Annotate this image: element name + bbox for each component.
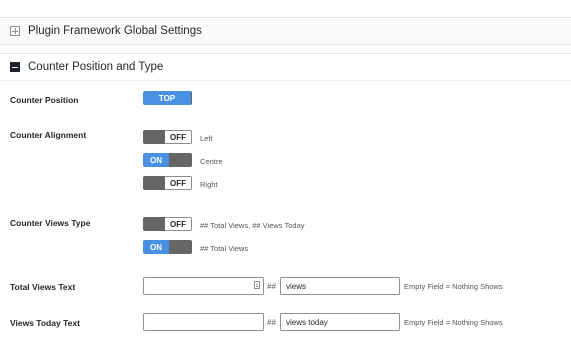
alignment-centre-text: Centre: [200, 157, 223, 166]
total-views-suffix-input[interactable]: views: [280, 277, 400, 295]
views-type-both-text: ## Total Views, ## Views Today: [200, 221, 305, 230]
plus-box-icon[interactable]: [10, 26, 20, 36]
alignment-centre-toggle[interactable]: ON: [143, 153, 192, 167]
views-type-total-text: ## Total Views: [200, 244, 249, 253]
views-type-total-toggle[interactable]: ON: [143, 240, 192, 254]
counter-views-type-label: Counter Views Type: [10, 218, 91, 228]
views-today-text-label: Views Today Text: [10, 318, 80, 328]
minus-box-icon[interactable]: [10, 62, 20, 72]
alignment-right-toggle[interactable]: OFF: [143, 176, 192, 190]
total-views-prefix-input[interactable]: [143, 277, 264, 295]
counter-position-toggle[interactable]: TOP: [143, 91, 192, 105]
field-list-icon: [254, 281, 260, 289]
total-views-note: Empty Field = Nothing Shows: [404, 282, 503, 291]
alignment-left-toggle[interactable]: OFF: [143, 130, 192, 144]
views-today-prefix-input[interactable]: [143, 313, 264, 331]
toggle-top-label: TOP: [143, 91, 191, 105]
views-today-suffix-input[interactable]: views today: [280, 313, 400, 331]
toggle-state: OFF: [165, 176, 192, 190]
toggle-state: ON: [143, 240, 169, 254]
hash-placeholder: ##: [267, 318, 276, 327]
alignment-left-text: Left: [200, 134, 213, 143]
section-counter-position[interactable]: Counter Position and Type: [0, 53, 571, 81]
alignment-right-text: Right: [200, 180, 218, 189]
views-type-both-toggle[interactable]: OFF: [143, 217, 192, 231]
section-global-settings[interactable]: Plugin Framework Global Settings: [0, 18, 571, 45]
hash-placeholder: ##: [267, 282, 276, 291]
section-title-global: Plugin Framework Global Settings: [28, 25, 202, 37]
toggle-state: ON: [143, 153, 169, 167]
counter-position-label: Counter Position: [10, 95, 79, 105]
toggle-state: OFF: [165, 217, 192, 231]
top-strip: [0, 0, 571, 18]
toggle-state: OFF: [165, 130, 192, 144]
views-today-note: Empty Field = Nothing Shows: [404, 318, 503, 327]
total-views-text-label: Total Views Text: [10, 282, 76, 292]
section-title-counter: Counter Position and Type: [28, 61, 164, 73]
counter-alignment-label: Counter Alignment: [10, 130, 87, 140]
